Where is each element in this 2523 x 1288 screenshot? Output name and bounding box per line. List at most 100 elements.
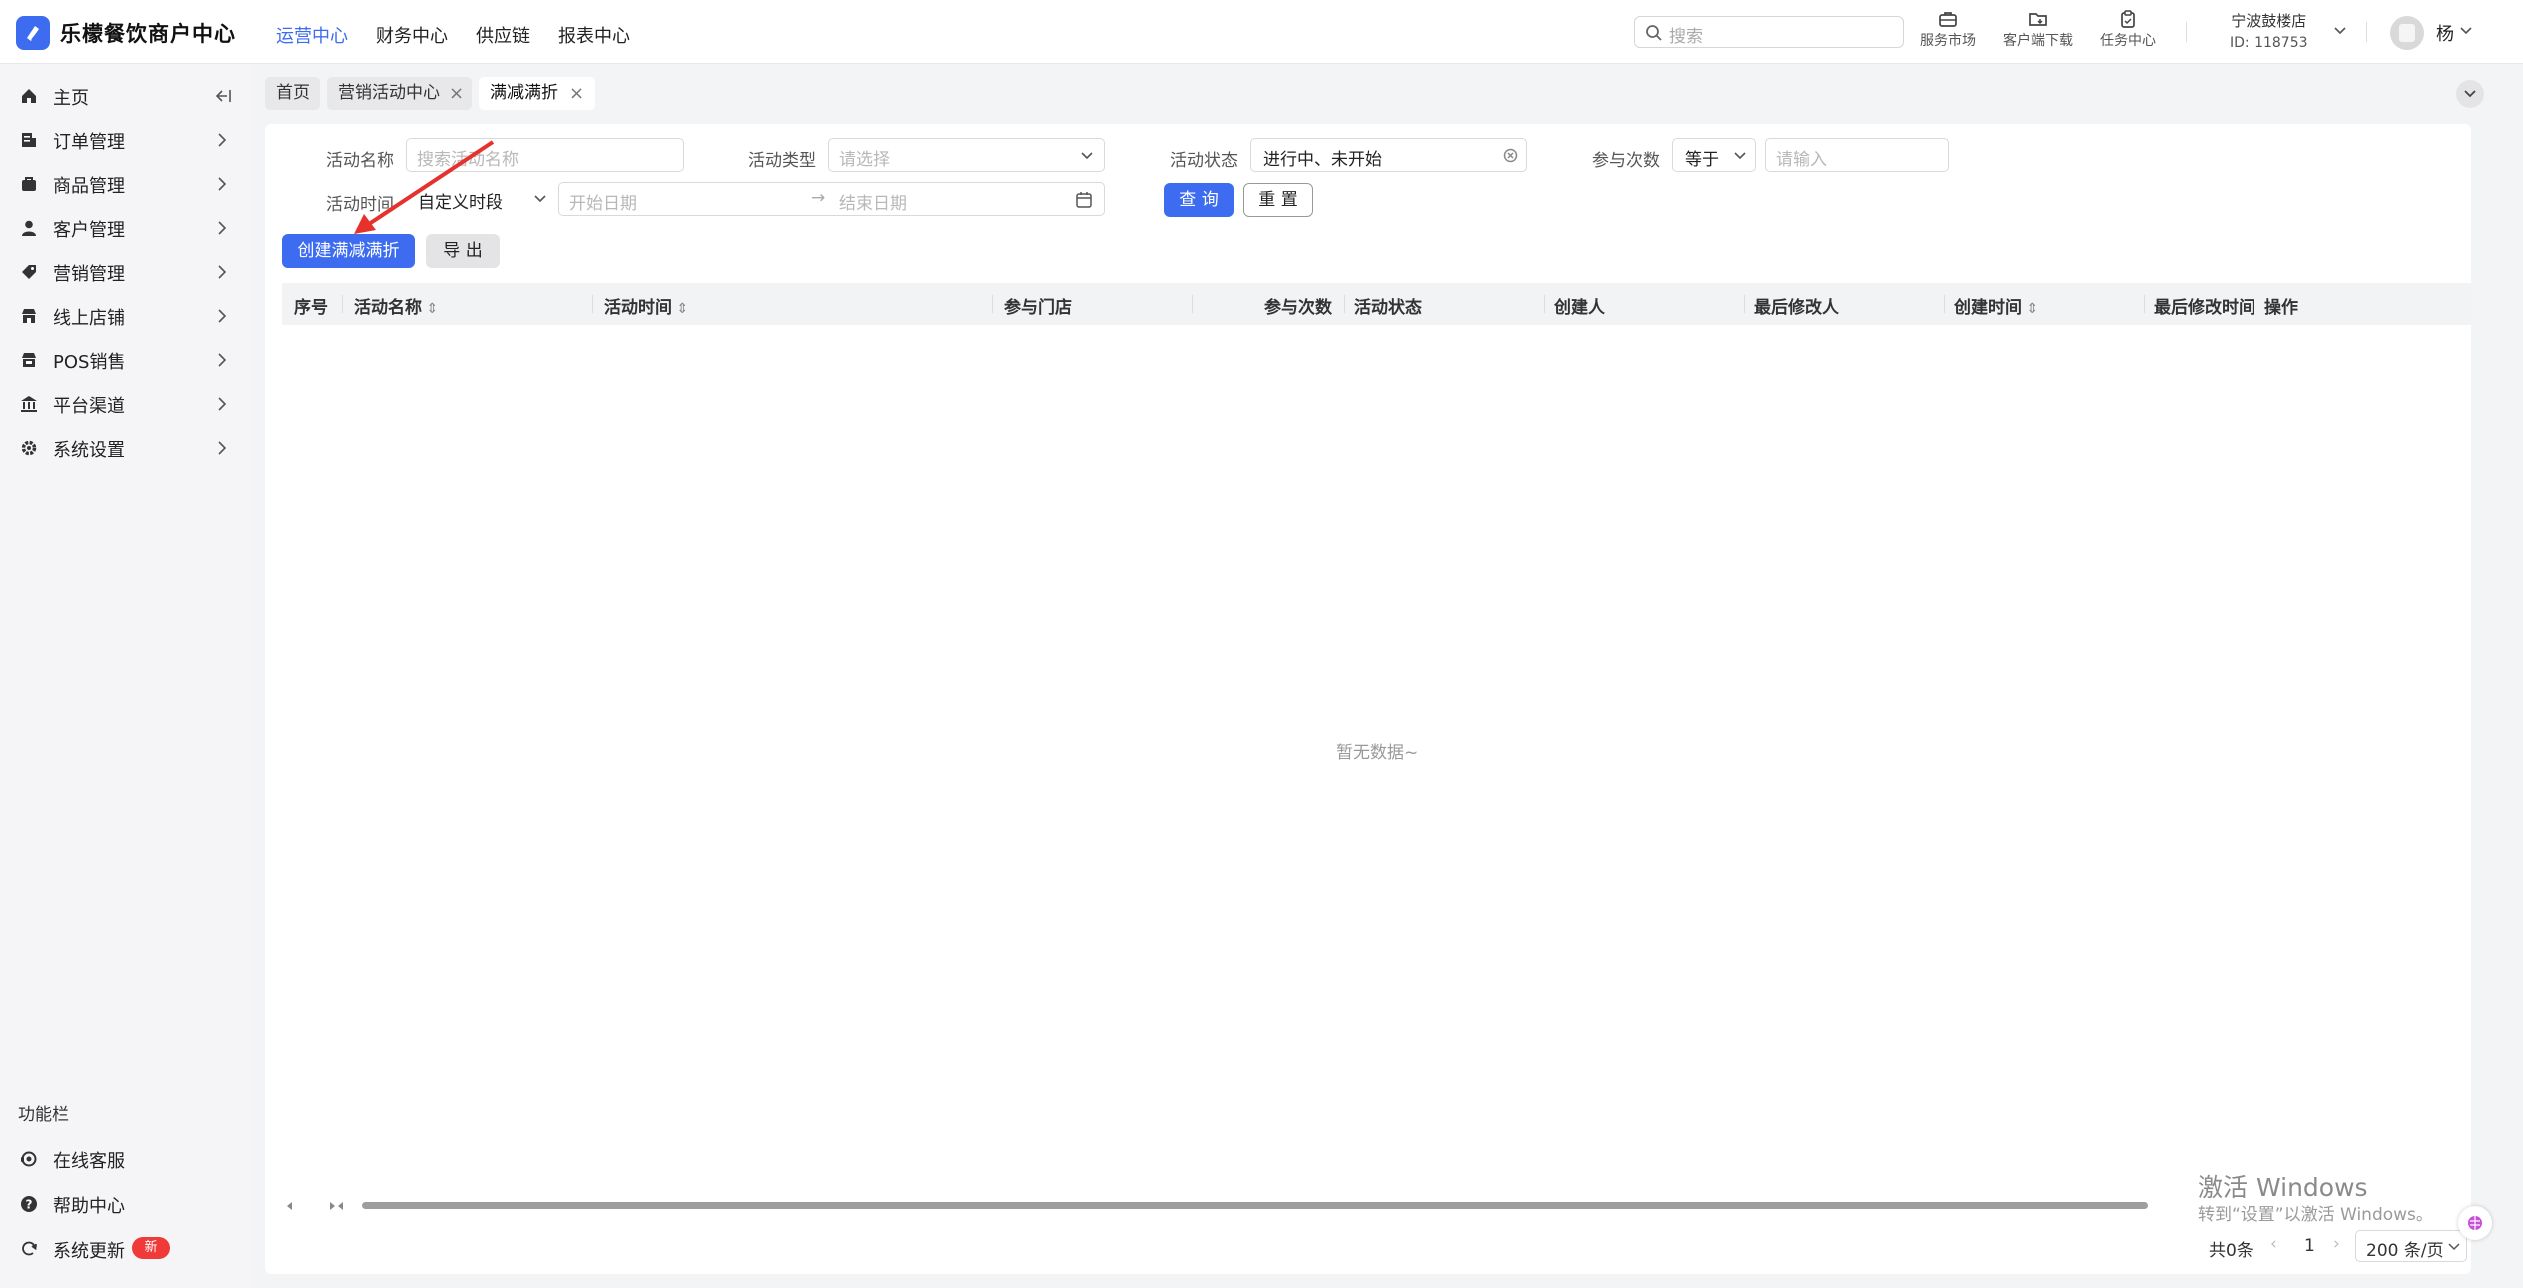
global-search-input[interactable]: 搜索 xyxy=(1634,16,1904,48)
tab-marketing-center[interactable]: 营销活动中心 × xyxy=(327,77,472,110)
goods-icon xyxy=(22,177,36,191)
divider xyxy=(2366,22,2367,42)
sidebar-item-label: 营销管理 xyxy=(53,264,125,285)
headset-icon xyxy=(21,1151,37,1167)
operator-value: 等于 xyxy=(1685,150,1719,170)
nav-supply-chain[interactable]: 供应链 xyxy=(476,22,530,48)
join-count-operator-select[interactable]: 等于 xyxy=(1672,138,1756,172)
tab-full-reduction[interactable]: 满减满折 × xyxy=(479,77,595,110)
export-button[interactable]: 导 出 xyxy=(426,234,500,268)
sidebar-item-home[interactable]: 主页 xyxy=(0,74,250,118)
svg-text:?: ? xyxy=(26,1198,33,1212)
next-page-icon[interactable]: › xyxy=(2333,1234,2340,1254)
reset-button[interactable]: 重 置 xyxy=(1243,183,1313,217)
scroll-arrows-icon[interactable] xyxy=(285,1200,345,1212)
close-icon[interactable]: × xyxy=(449,77,464,110)
tabs-dropdown-button[interactable] xyxy=(2456,80,2484,108)
sidebar-item-help-center[interactable]: ? 帮助中心 xyxy=(0,1182,250,1226)
close-icon[interactable]: × xyxy=(569,77,584,110)
sidebar-item-system-settings[interactable]: 系统设置 xyxy=(0,426,250,470)
chevron-down-icon[interactable] xyxy=(2459,26,2473,36)
service-market-button[interactable]: 服务市场 xyxy=(1908,10,1988,50)
divider xyxy=(992,295,993,313)
calendar-icon xyxy=(1076,192,1092,208)
annotation-arrow-icon xyxy=(354,140,495,234)
status-value: 进行中、未开始 xyxy=(1263,150,1382,170)
sidebar-item-orders[interactable]: 订单管理 xyxy=(0,118,250,162)
avatar[interactable] xyxy=(2390,16,2424,50)
chevron-down-icon[interactable] xyxy=(2333,26,2347,36)
column-header[interactable]: 创建时间 ⇕ xyxy=(1954,293,2038,318)
pos-icon xyxy=(22,353,36,367)
divider xyxy=(342,295,343,313)
sort-icon: ⇕ xyxy=(422,301,439,317)
sidebar-item-label: POS销售 xyxy=(53,352,126,373)
page-size-select[interactable]: 200 条/页 xyxy=(2355,1230,2467,1262)
activity-status-select[interactable]: 进行中、未开始 xyxy=(1250,138,1527,172)
sidebar-item-goods[interactable]: 商品管理 xyxy=(0,162,250,206)
logo-icon xyxy=(27,26,41,41)
end-date-placeholder: 结束日期 xyxy=(839,194,907,214)
prev-page-icon[interactable]: ‹ xyxy=(2270,1234,2277,1254)
sidebar-item-marketing[interactable]: 营销管理 xyxy=(0,250,250,294)
windows-watermark-subtitle: 转到“设置”以激活 Windows。 xyxy=(2198,1205,2433,1225)
chevron-right-icon xyxy=(218,397,227,411)
sidebar-item-label: 在线客服 xyxy=(53,1151,125,1172)
sidebar-item-system-update[interactable]: 系统更新 新 xyxy=(0,1227,250,1271)
brand-name: 乐檬餐饮商户中心 xyxy=(60,22,236,46)
divider xyxy=(1344,295,1345,313)
activity-type-select[interactable]: 请选择 xyxy=(828,138,1105,172)
chevron-down-icon xyxy=(1081,152,1093,160)
sidebar-item-online-support[interactable]: 在线客服 xyxy=(0,1137,250,1181)
sidebar-item-online-shop[interactable]: 线上店铺 xyxy=(0,294,250,338)
column-header: 最后修改时间 xyxy=(2154,298,2254,318)
column-header[interactable]: 活动时间 ⇕ xyxy=(604,293,688,318)
select-placeholder: 请选择 xyxy=(839,150,890,170)
divider xyxy=(1744,295,1745,313)
query-button[interactable]: 查 询 xyxy=(1164,183,1234,217)
column-header[interactable]: 活动名称 ⇕ xyxy=(354,293,438,318)
start-date-placeholder: 开始日期 xyxy=(569,194,637,214)
collapse-sidebar-icon[interactable] xyxy=(214,88,232,104)
tag-icon xyxy=(22,265,36,279)
pagination-current-page[interactable]: 1 xyxy=(2304,1236,2315,1256)
sidebar-item-platform-channels[interactable]: 平台渠道 xyxy=(0,382,250,426)
column-header: 创建人 xyxy=(1554,298,1605,318)
sidebar: 主页 订单管理 商品管理 客户管理 营销管理 线上店铺 POS销售 平台渠道 系 xyxy=(0,65,250,1288)
refresh-icon xyxy=(22,1241,37,1256)
join-count-input[interactable]: 请输入 xyxy=(1765,138,1949,172)
chevron-right-icon xyxy=(218,353,227,367)
chevron-right-icon xyxy=(218,441,227,455)
ai-assistant-button[interactable] xyxy=(2458,1206,2492,1240)
search-placeholder: 搜索 xyxy=(1669,27,1703,47)
chevron-down-icon xyxy=(2464,90,2476,98)
client-download-button[interactable]: 客户端下载 xyxy=(1998,10,2078,50)
store-id: ID: 118753 xyxy=(2230,35,2308,51)
shop-icon xyxy=(22,309,36,323)
sort-icon: ⇕ xyxy=(672,301,689,317)
column-header: 序号 xyxy=(294,298,328,318)
clear-icon[interactable] xyxy=(1503,148,1518,163)
chevron-down-icon xyxy=(1734,152,1746,160)
sidebar-item-pos[interactable]: POS销售 xyxy=(0,338,250,382)
date-range-picker[interactable]: 开始日期 → 结束日期 xyxy=(558,182,1105,216)
sidebar-item-label: 平台渠道 xyxy=(53,396,125,417)
divider xyxy=(592,295,593,313)
tab-home[interactable]: 首页 xyxy=(265,77,320,110)
sidebar-item-customers[interactable]: 客户管理 xyxy=(0,206,250,250)
nav-operations[interactable]: 运营中心 xyxy=(276,22,348,48)
horizontal-scrollbar[interactable] xyxy=(362,1202,2148,1209)
chevron-down-icon xyxy=(534,195,546,203)
user-name[interactable]: 杨 xyxy=(2436,20,2454,46)
sidebar-item-label: 系统更新 xyxy=(53,1241,125,1262)
new-badge: 新 xyxy=(132,1237,170,1259)
search-icon xyxy=(1646,25,1662,41)
create-discount-button[interactable]: 创建满减满折 xyxy=(282,234,415,268)
store-switcher[interactable]: 宁波鼓楼店 ID: 118753 xyxy=(2230,10,2308,54)
brand-logo[interactable] xyxy=(16,16,50,50)
task-center-button[interactable]: 任务中心 xyxy=(2088,10,2168,50)
nav-reports[interactable]: 报表中心 xyxy=(558,22,630,48)
nav-finance[interactable]: 财务中心 xyxy=(376,22,448,48)
client-download-label: 客户端下载 xyxy=(2003,33,2073,49)
column-header: 参与次数 xyxy=(1264,298,1332,318)
